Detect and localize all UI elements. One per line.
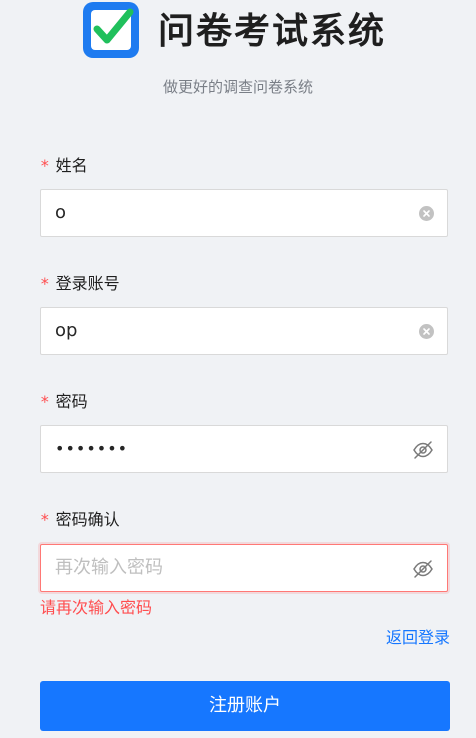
name-label: * 姓名 — [40, 154, 88, 178]
password-field[interactable]: ••••••• — [40, 425, 448, 473]
required-mark: * — [40, 156, 50, 175]
back-to-login-link[interactable]: 返回登录 — [386, 626, 450, 650]
checkbox-check-icon — [93, 8, 134, 44]
header: 问卷考试系统 做更好的调查问卷系统 — [0, 0, 476, 110]
confirm-password-placeholder[interactable]: 再次输入密码 — [55, 545, 163, 591]
password-label: * 密码 — [40, 390, 88, 414]
app-title: 问卷考试系统 — [158, 11, 387, 52]
clear-icon[interactable] — [419, 206, 434, 221]
register-button[interactable]: 注册账户 — [40, 681, 450, 731]
account-field-value[interactable]: op — [55, 308, 77, 354]
name-field-value[interactable]: o — [55, 190, 66, 236]
app-subtitle: 做更好的调查问卷系统 — [162, 78, 313, 96]
account-label: * 登录账号 — [40, 272, 120, 296]
eye-slash-icon[interactable] — [412, 439, 434, 461]
clear-icon[interactable] — [419, 324, 434, 339]
confirm-password-label-text: 密码确认 — [55, 510, 120, 529]
required-mark: * — [40, 274, 50, 293]
confirm-password-field[interactable]: 再次输入密码 — [40, 544, 448, 592]
account-label-text: 登录账号 — [55, 274, 120, 293]
eye-slash-icon[interactable] — [412, 558, 434, 580]
logo — [83, 2, 139, 58]
password-label-text: 密码 — [55, 392, 88, 411]
required-mark: * — [40, 510, 50, 529]
confirm-password-error: 请再次输入密码 — [40, 598, 153, 617]
name-field[interactable]: o — [40, 189, 448, 237]
account-field[interactable]: op — [40, 307, 448, 355]
confirm-password-label: * 密码确认 — [40, 508, 120, 532]
required-mark: * — [40, 392, 50, 411]
name-label-text: 姓名 — [55, 156, 88, 175]
password-field-value[interactable]: ••••••• — [55, 426, 128, 472]
